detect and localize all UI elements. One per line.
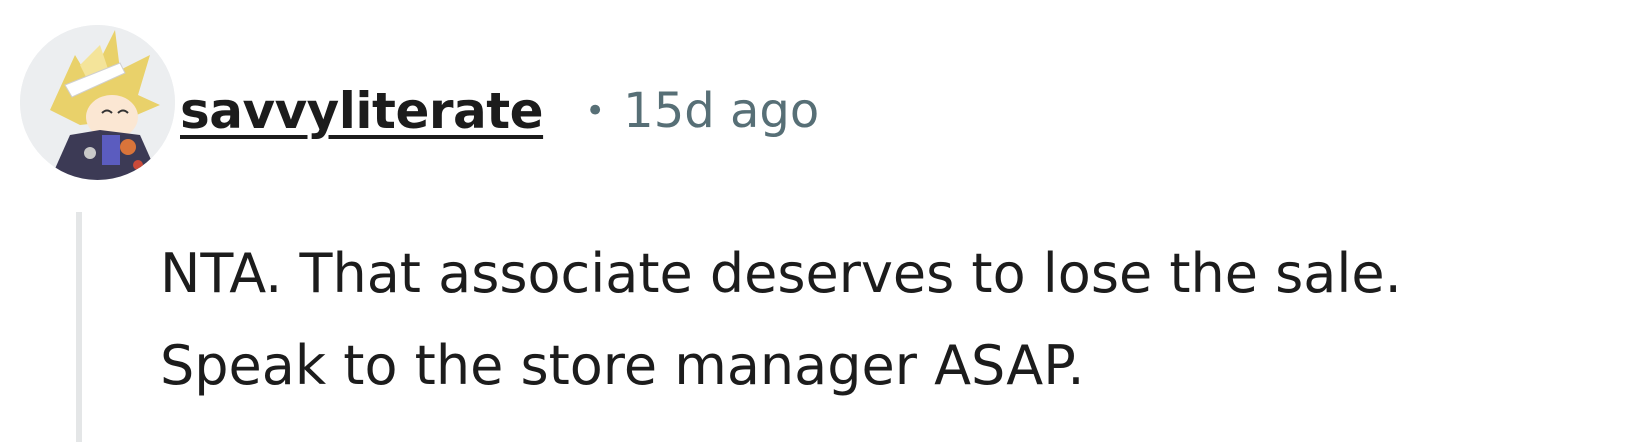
thread-line[interactable] xyxy=(76,212,82,442)
timestamp[interactable]: 15d ago xyxy=(623,83,819,139)
username-link[interactable]: savvyliterate xyxy=(180,82,544,140)
user-avatar-icon[interactable] xyxy=(20,25,175,180)
separator-dot: • xyxy=(585,91,606,131)
comment: savvyliterate • 15d ago NTA. That associ… xyxy=(0,0,1625,442)
comment-body: NTA. That associate deserves to lose the… xyxy=(160,228,1600,412)
comment-meta: savvyliterate • 15d ago xyxy=(180,76,819,146)
comment-body-line: NTA. That associate deserves to lose the… xyxy=(160,242,1402,305)
comment-body-line: Speak to the store manager ASAP. xyxy=(160,334,1085,397)
